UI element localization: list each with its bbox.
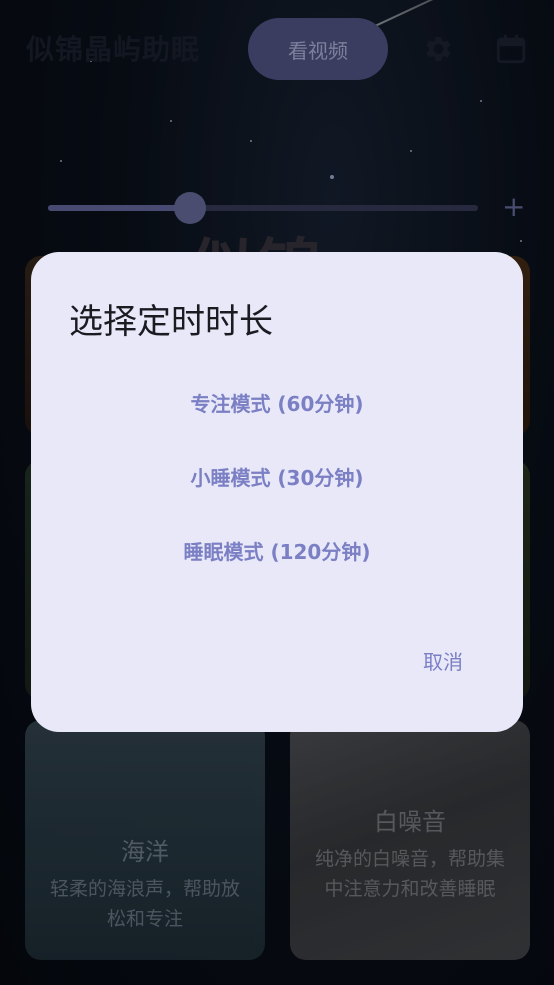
option-nap-mode[interactable]: 小睡模式 (30分钟) <box>31 462 523 491</box>
cancel-button[interactable]: 取消 <box>423 646 463 675</box>
timer-dialog: 选择定时时长 专注模式 (60分钟) 小睡模式 (30分钟) 睡眠模式 (120… <box>31 252 523 732</box>
dialog-title: 选择定时时长 <box>69 302 273 342</box>
option-focus-mode[interactable]: 专注模式 (60分钟) <box>31 388 523 417</box>
option-sleep-mode[interactable]: 睡眠模式 (120分钟) <box>31 536 523 565</box>
